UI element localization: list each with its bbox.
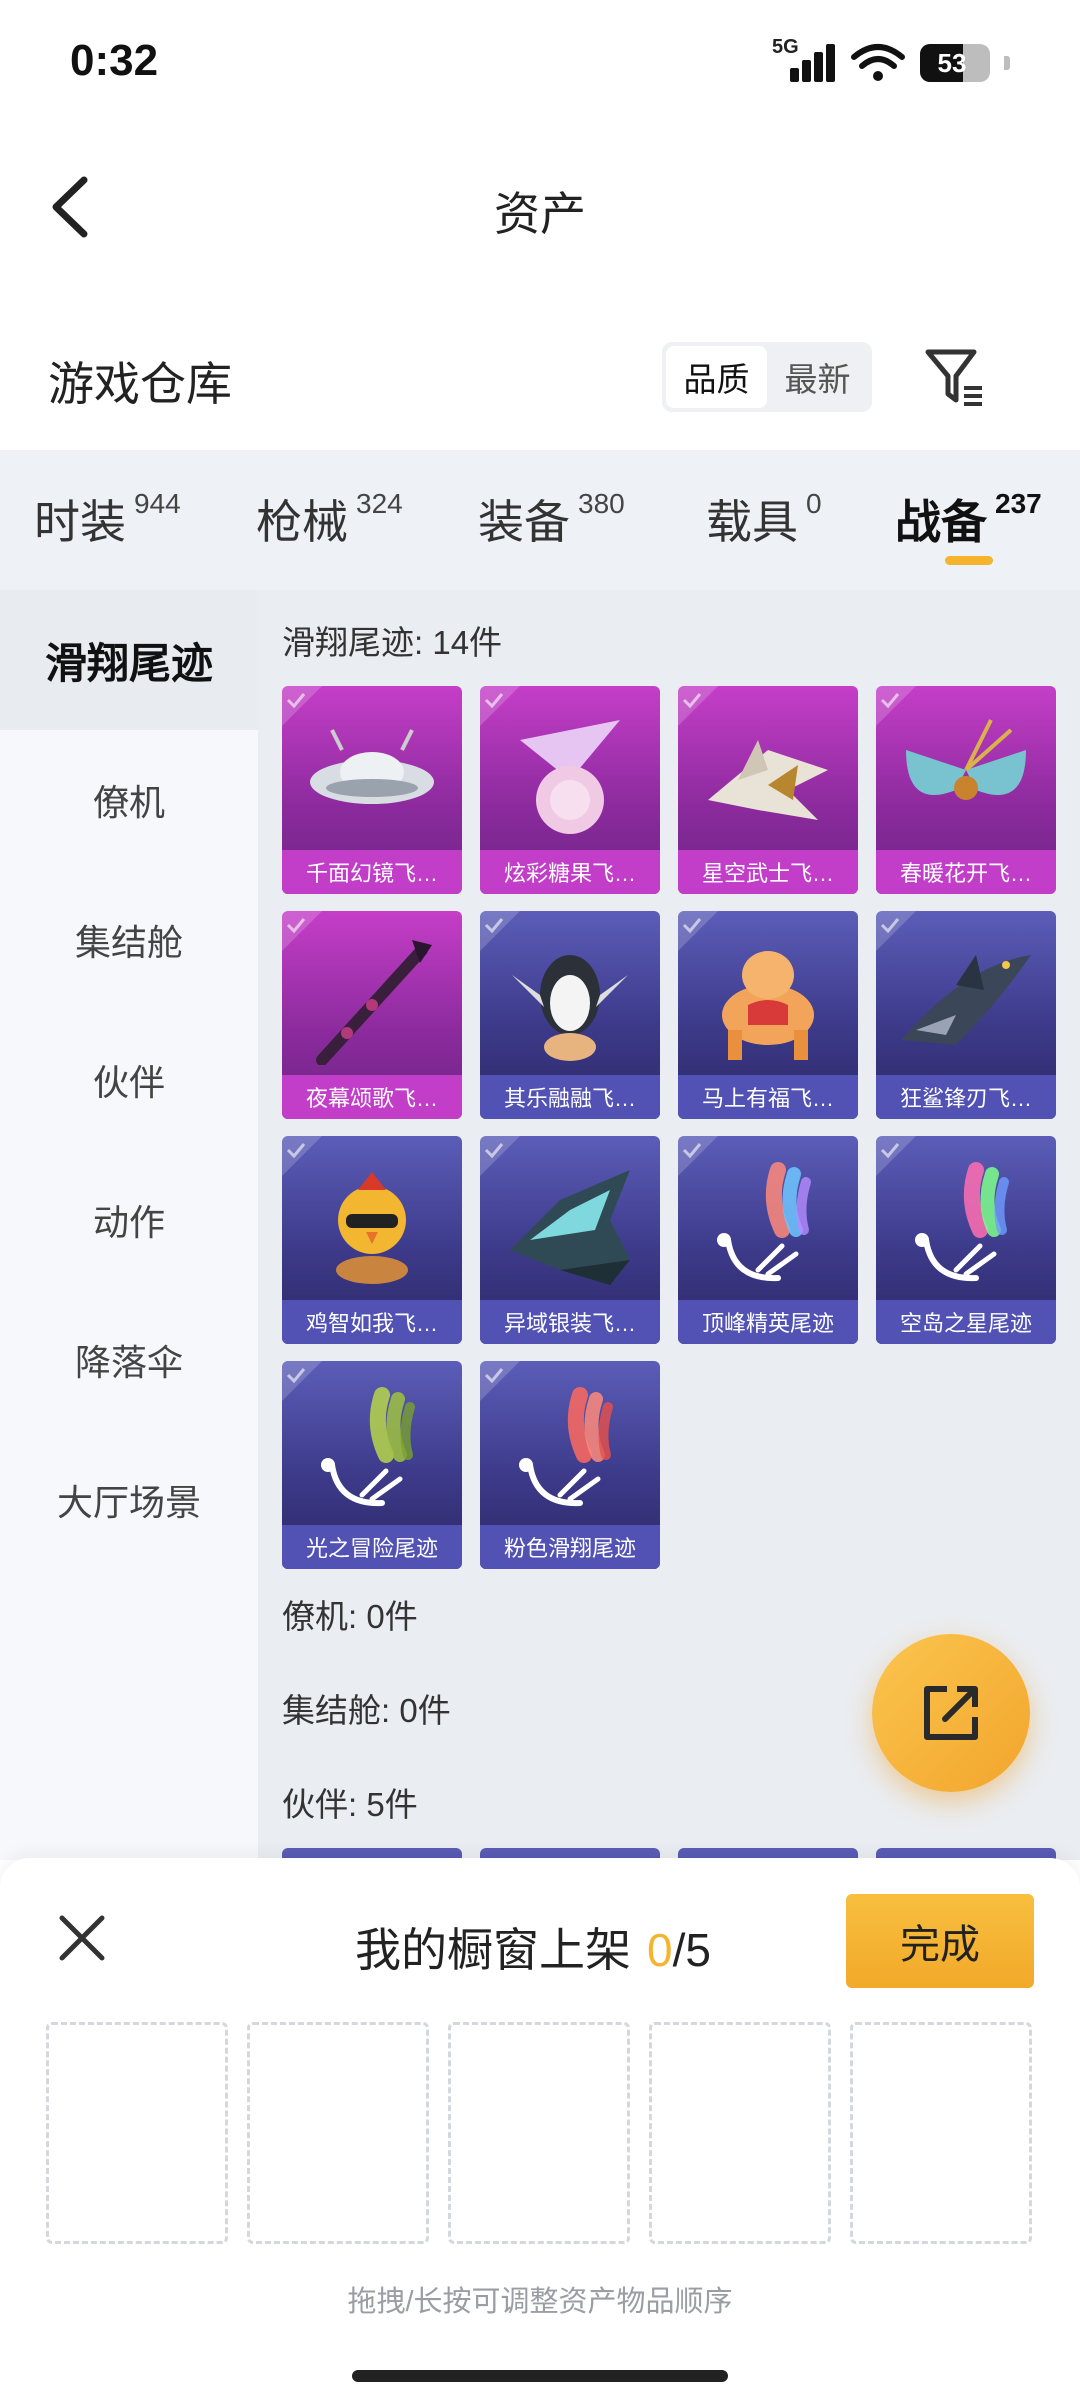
item-name: 粉色滑翔尾迹 (480, 1525, 660, 1569)
sidebar-item-rally-pod[interactable]: 集结舱 (0, 870, 258, 1010)
tab-fashion[interactable]: 时装 944 (34, 486, 181, 552)
status-bar: 0:32 5G 53 (0, 0, 1080, 120)
sidebar-item-companion[interactable]: 伙伴 (0, 1010, 258, 1150)
item-name: 其乐融融飞… (480, 1075, 660, 1119)
tab-firearms[interactable]: 枪械 324 (256, 486, 403, 552)
item-card[interactable]: 粉色滑翔尾迹 (480, 1361, 660, 1569)
item-card[interactable]: 马上有福飞… (678, 911, 858, 1119)
butterfly-icon (906, 719, 1026, 800)
tab-war-prep[interactable]: 战备 237 (895, 486, 1042, 552)
item-card[interactable]: 炫彩糖果飞… (480, 686, 660, 894)
section-title-companion: 伙伴: 5件 (282, 1786, 418, 1823)
item-name: 光之冒险尾迹 (282, 1525, 462, 1569)
section-title-wingman: 僚机: 0件 (282, 1598, 418, 1635)
warehouse-title: 游戏仓库 (48, 358, 232, 410)
share-button[interactable] (872, 1634, 1030, 1792)
penguin-icon (512, 955, 628, 1061)
sidebar-item-glide-trail[interactable]: 滑翔尾迹 (0, 590, 258, 730)
close-icon[interactable] (52, 1908, 112, 1968)
showcase-slot[interactable] (448, 2022, 630, 2244)
item-name: 顶峰精英尾迹 (678, 1300, 858, 1344)
item-card[interactable]: 顶峰精英尾迹 (678, 1136, 858, 1344)
active-tab-indicator (945, 556, 993, 565)
item-name: 异域银装飞… (480, 1300, 660, 1344)
item-card[interactable]: 其乐融融飞… (480, 911, 660, 1119)
item-card[interactable]: 光之冒险尾迹 (282, 1361, 462, 1569)
smoke-trail-icon (915, 1162, 1009, 1282)
item-card[interactable]: 千面幻镜飞… (282, 686, 462, 894)
showcase-slot[interactable] (649, 2022, 831, 2244)
status-time: 0:32 (70, 36, 159, 85)
section-title-rally-pod: 集结舱: 0件 (282, 1692, 451, 1729)
showcase-slot[interactable] (850, 2022, 1032, 2244)
showcase-sheet: 我的橱窗上架 0 /5 完成 拖拽/长按可调整资产物品顺序 (0, 1858, 1080, 2403)
item-card[interactable]: 异域银装飞… (480, 1136, 660, 1344)
tab-vehicles[interactable]: 载具 0 (706, 486, 822, 552)
showcase-hint: 拖拽/长按可调整资产物品顺序 (347, 2286, 733, 2318)
item-card[interactable]: 空岛之星尾迹 (876, 1136, 1056, 1344)
sidebar: 滑翔尾迹 僚机 集结舱 伙伴 动作 降落伞 大厅场景 (0, 590, 258, 1860)
item-card[interactable]: 夜幕颂歌飞… (282, 911, 462, 1119)
home-indicator (352, 2370, 728, 2382)
category-tabs: 时装 944 枪械 324 装备 380 载具 0 战备 237 (0, 450, 1080, 590)
item-name: 春暖花开飞… (876, 850, 1056, 894)
sidebar-item-parachute[interactable]: 降落伞 (0, 1290, 258, 1430)
ufo-icon (310, 729, 434, 804)
item-card[interactable]: 鸡智如我飞… (282, 1136, 462, 1344)
warehouse-header: 游戏仓库 品质 最新 (0, 320, 1080, 450)
section-title-glide-trail: 滑翔尾迹: 14件 (282, 624, 503, 661)
item-name: 星空武士飞… (678, 850, 858, 894)
sidebar-item-wingman[interactable]: 僚机 (0, 730, 258, 870)
share-icon (924, 1686, 978, 1740)
item-card[interactable]: 春暖花开飞… (876, 686, 1056, 894)
smoke-trail-icon (717, 1162, 811, 1282)
sidebar-item-lobby-scene[interactable]: 大厅场景 (0, 1430, 258, 1570)
tab-equipment[interactable]: 装备 380 (478, 486, 625, 552)
showcase-slot[interactable] (247, 2022, 429, 2244)
item-name: 鸡智如我飞… (282, 1300, 462, 1344)
blade-wing-icon (708, 740, 828, 820)
chicken-icon (336, 1172, 408, 1284)
smoke-trail-icon (321, 1387, 415, 1507)
cellular-signal-icon: 5G (772, 36, 836, 86)
sort-toggle: 品质 最新 (662, 342, 872, 412)
showcase-total-count: /5 (672, 1924, 711, 1976)
alien-wing-icon (510, 1170, 630, 1285)
page-title: 资产 (494, 188, 586, 240)
sort-quality-option[interactable]: 品质 (666, 346, 767, 408)
sidebar-item-emote[interactable]: 动作 (0, 1150, 258, 1290)
battery-icon: 53 (920, 44, 990, 82)
shark-icon (901, 955, 1031, 1045)
item-name: 狂鲨锋刃飞… (876, 1075, 1056, 1119)
sort-latest-option[interactable]: 最新 (767, 346, 868, 408)
horse-icon (722, 951, 814, 1060)
candy-icon (520, 720, 620, 834)
item-name: 夜幕颂歌飞… (282, 1075, 462, 1119)
showcase-current-count: 0 (647, 1924, 673, 1976)
item-name: 空岛之星尾迹 (876, 1300, 1056, 1344)
item-name: 千面幻镜飞… (282, 850, 462, 894)
spear-icon (316, 940, 432, 1065)
filter-icon[interactable] (920, 342, 990, 412)
item-card[interactable]: 星空武士飞… (678, 686, 858, 894)
nav-bar: 资产 (0, 140, 1080, 270)
item-card[interactable]: 狂鲨锋刃飞… (876, 911, 1056, 1119)
showcase-slot[interactable] (46, 2022, 228, 2244)
item-name: 马上有福飞… (678, 1075, 858, 1119)
smoke-trail-icon (519, 1387, 613, 1507)
showcase-title: 我的橱窗上架 0 /5 (355, 1924, 711, 1976)
status-icons: 5G 53 (772, 36, 1010, 88)
item-name: 炫彩糖果飞… (480, 850, 660, 894)
wifi-icon (851, 44, 905, 81)
done-button[interactable]: 完成 (846, 1894, 1034, 1988)
